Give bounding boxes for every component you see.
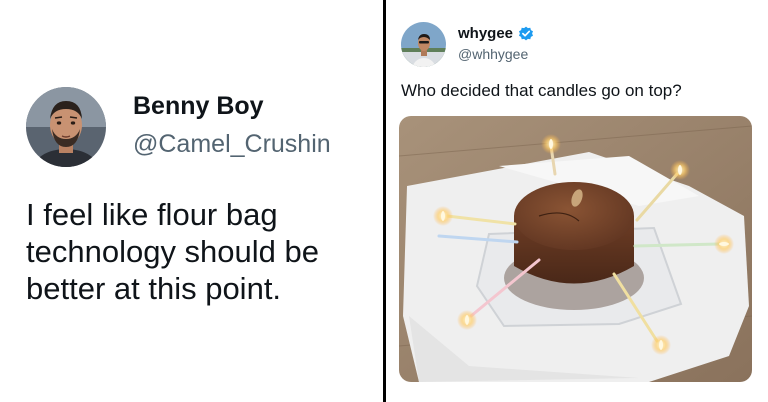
tweet-text-line: better at this point. [26,271,282,306]
tweet-text: I feel like flour bag technology should … [26,196,376,307]
tweet-text: Who decided that candles go on top? [401,81,682,100]
author-name[interactable]: whygee [458,25,513,42]
right-tweet-card: whygee @whhygee Who decided that candles… [386,0,768,402]
tweet-text-line: I feel like flour bag [26,197,278,232]
verified-badge-icon [518,26,534,42]
left-tweet-card: Benny Boy @Camel_Crushin I feel like flo… [0,0,383,402]
avatar[interactable] [26,87,106,167]
author-handle[interactable]: @Camel_Crushin [133,130,331,159]
avatar[interactable] [401,22,446,67]
author-name[interactable]: Benny Boy [133,92,264,121]
tweet-text-line: technology should be [26,234,320,269]
author-name-row[interactable]: whygee [458,25,534,42]
photo-chocolate-cake-candles-sideways-icon [399,116,752,382]
tweet-photo[interactable] [399,116,752,382]
author-handle[interactable]: @whhygee [458,46,528,62]
profile-photo-icon [401,22,446,67]
profile-photo-icon [26,87,106,167]
